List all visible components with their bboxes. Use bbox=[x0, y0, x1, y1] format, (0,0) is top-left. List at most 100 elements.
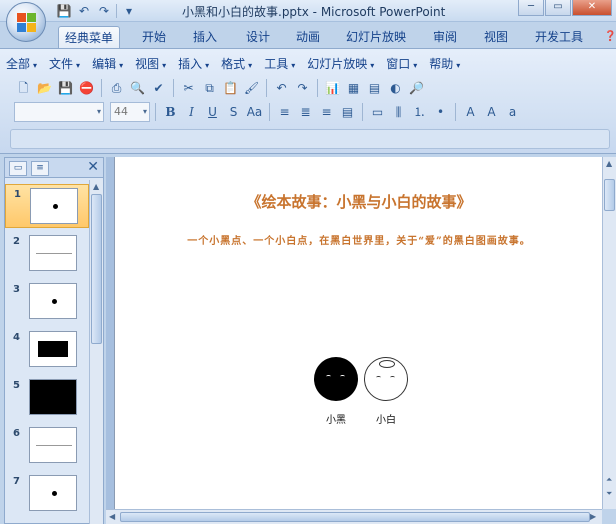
bold-button[interactable]: B bbox=[161, 103, 180, 122]
slide-horizontal-scrollbar[interactable]: ◀ ▶ bbox=[106, 509, 602, 524]
text-box-icon[interactable]: ▭ bbox=[368, 103, 387, 122]
open-icon[interactable]: 📂 bbox=[35, 79, 54, 98]
insert-table-icon[interactable]: ▦ bbox=[344, 79, 363, 98]
align-left-icon[interactable]: ≡ bbox=[275, 103, 294, 122]
menu-tools[interactable]: 工具 ▾ bbox=[264, 55, 295, 73]
align-right-icon[interactable]: ≡ bbox=[317, 103, 336, 122]
scroll-up-icon[interactable]: ▲ bbox=[606, 159, 612, 168]
font-color-icon[interactable]: A bbox=[461, 103, 480, 122]
tab-animations[interactable]: 动画 bbox=[290, 26, 326, 48]
cut-icon[interactable]: ✂ bbox=[179, 79, 198, 98]
slide-thumbnail[interactable]: 1 bbox=[5, 184, 89, 228]
slide-number: 6 bbox=[13, 428, 20, 439]
save-icon[interactable]: 💾 bbox=[56, 3, 72, 19]
scroll-right-icon[interactable]: ▶ bbox=[590, 512, 596, 521]
xiaobai-character[interactable] bbox=[364, 357, 408, 401]
bow-icon bbox=[379, 360, 395, 368]
customize-qat-icon[interactable]: ▾ bbox=[121, 3, 137, 19]
slide-thumbnail[interactable]: 4 bbox=[5, 328, 89, 372]
outline-tab-icon[interactable]: ≡ bbox=[31, 161, 49, 176]
slide-thumbnail[interactable]: 2 bbox=[5, 232, 89, 276]
tab-slideshow[interactable]: 幻灯片放映 bbox=[340, 26, 412, 48]
menu-window[interactable]: 窗口 ▾ bbox=[386, 55, 417, 73]
font-name-combo[interactable]: ▾ bbox=[14, 102, 104, 122]
change-case-button[interactable]: Aa bbox=[245, 103, 264, 122]
color-grayscale-icon[interactable]: ◐ bbox=[386, 79, 405, 98]
tab-review[interactable]: 审阅 bbox=[427, 26, 463, 48]
thumbnail-image bbox=[29, 331, 77, 367]
menu-insert[interactable]: 插入 ▾ bbox=[178, 55, 209, 73]
new-icon[interactable]: 🗋 bbox=[14, 79, 33, 98]
tab-view[interactable]: 视图 bbox=[478, 26, 514, 48]
toolbar-separator bbox=[101, 79, 102, 97]
slides-pane-scrollbar[interactable]: ▲ bbox=[89, 180, 103, 524]
print-icon[interactable]: ⎙ bbox=[107, 79, 126, 98]
grid-icon[interactable]: ▤ bbox=[365, 79, 384, 98]
xiaohei-label: 小黑 bbox=[326, 415, 346, 426]
tab-developer[interactable]: 开发工具 bbox=[529, 26, 589, 48]
toolbar-separator bbox=[173, 79, 174, 97]
italic-button[interactable]: I bbox=[182, 103, 201, 122]
shrink-font-icon[interactable]: a bbox=[503, 103, 522, 122]
insert-chart-icon[interactable]: 📊 bbox=[323, 79, 342, 98]
current-slide[interactable]: 《绘本故事：小黑与小白的故事》 一个小黑点、一个小白点，在黑白世界里，关于“爱”… bbox=[114, 157, 602, 509]
menu-edit[interactable]: 编辑 ▾ bbox=[92, 55, 123, 73]
slide-title[interactable]: 《绘本故事：小黑与小白的故事》 bbox=[115, 191, 603, 212]
slide-thumbnail[interactable]: 6 bbox=[5, 424, 89, 468]
spelling-icon[interactable]: ✔ bbox=[149, 79, 168, 98]
tab-design[interactable]: 设计 bbox=[240, 26, 276, 48]
xiaohei-character[interactable] bbox=[314, 357, 358, 401]
menu-view[interactable]: 视图 ▾ bbox=[135, 55, 166, 73]
tab-home[interactable]: 开始 bbox=[136, 26, 172, 48]
scrollbar-thumb[interactable] bbox=[91, 194, 102, 344]
numbering-icon[interactable]: ⒈ bbox=[410, 103, 429, 122]
font-size-combo[interactable]: 44 ▾ bbox=[110, 102, 150, 122]
columns-icon[interactable]: ⫼ bbox=[389, 103, 408, 122]
undo-icon[interactable]: ↶ bbox=[272, 79, 291, 98]
menu-format[interactable]: 格式 ▾ bbox=[221, 55, 252, 73]
align-center-icon[interactable]: ≣ bbox=[296, 103, 315, 122]
shadow-button[interactable]: S bbox=[224, 103, 243, 122]
slide-thumbnail[interactable]: 5 bbox=[5, 376, 89, 420]
slide-thumbnail[interactable]: 7 bbox=[5, 472, 89, 516]
permission-icon[interactable]: ⛔ bbox=[77, 79, 96, 98]
close-pane-icon[interactable]: ✕ bbox=[87, 159, 99, 175]
tab-insert[interactable]: 插入 bbox=[187, 26, 223, 48]
justify-icon[interactable]: ▤ bbox=[338, 103, 357, 122]
previous-slide-icon[interactable]: ⏶ bbox=[606, 475, 612, 485]
scroll-left-icon[interactable]: ◀ bbox=[109, 512, 115, 521]
menu-slideshow[interactable]: 幻灯片放映 ▾ bbox=[307, 55, 374, 73]
paste-icon[interactable]: 📋 bbox=[221, 79, 240, 98]
menu-file[interactable]: 文件 ▾ bbox=[49, 55, 80, 73]
tab-classic-menu[interactable]: 经典菜单 bbox=[58, 26, 121, 48]
maximize-button[interactable]: ▭ bbox=[545, 0, 571, 16]
zoom-icon[interactable]: 🔎 bbox=[407, 79, 426, 98]
close-button[interactable]: ✕ bbox=[572, 0, 612, 16]
redo-icon[interactable]: ↷ bbox=[96, 3, 112, 19]
grow-font-icon[interactable]: A bbox=[482, 103, 501, 122]
copy-icon[interactable]: ⧉ bbox=[200, 79, 219, 98]
scrollbar-thumb[interactable] bbox=[604, 179, 615, 211]
undo-icon[interactable]: ↶ bbox=[76, 3, 92, 19]
redo-icon[interactable]: ↷ bbox=[293, 79, 312, 98]
slide-subtitle[interactable]: 一个小黑点、一个小白点，在黑白世界里，关于“爱”的黑白图画故事。 bbox=[115, 232, 603, 247]
minimize-button[interactable]: ─ bbox=[518, 0, 544, 16]
menu-all[interactable]: 全部 ▾ bbox=[6, 55, 37, 73]
slide-number: 1 bbox=[14, 189, 21, 200]
slide-vertical-scrollbar[interactable]: ▲ ⏶ ⏷ bbox=[602, 157, 616, 509]
underline-button[interactable]: U bbox=[203, 103, 222, 122]
help-icon[interactable]: ❓ bbox=[598, 26, 616, 48]
print-preview-icon[interactable]: 🔍 bbox=[128, 79, 147, 98]
scroll-up-icon[interactable]: ▲ bbox=[93, 182, 99, 191]
office-button[interactable] bbox=[6, 2, 46, 42]
next-slide-icon[interactable]: ⏷ bbox=[606, 489, 612, 499]
slides-tab-icon[interactable]: ▭ bbox=[9, 161, 27, 176]
bullets-icon[interactable]: • bbox=[431, 103, 450, 122]
slide-thumbnail[interactable]: 3 bbox=[5, 280, 89, 324]
format-painter-icon[interactable]: 🖌 bbox=[242, 79, 261, 98]
scrollbar-thumb[interactable] bbox=[120, 512, 590, 522]
slide-number: 3 bbox=[13, 284, 20, 295]
menu-help[interactable]: 帮助 ▾ bbox=[429, 55, 460, 73]
save-icon[interactable]: 💾 bbox=[56, 79, 75, 98]
pane-tabs: ▭ ≡ ✕ bbox=[5, 158, 103, 178]
